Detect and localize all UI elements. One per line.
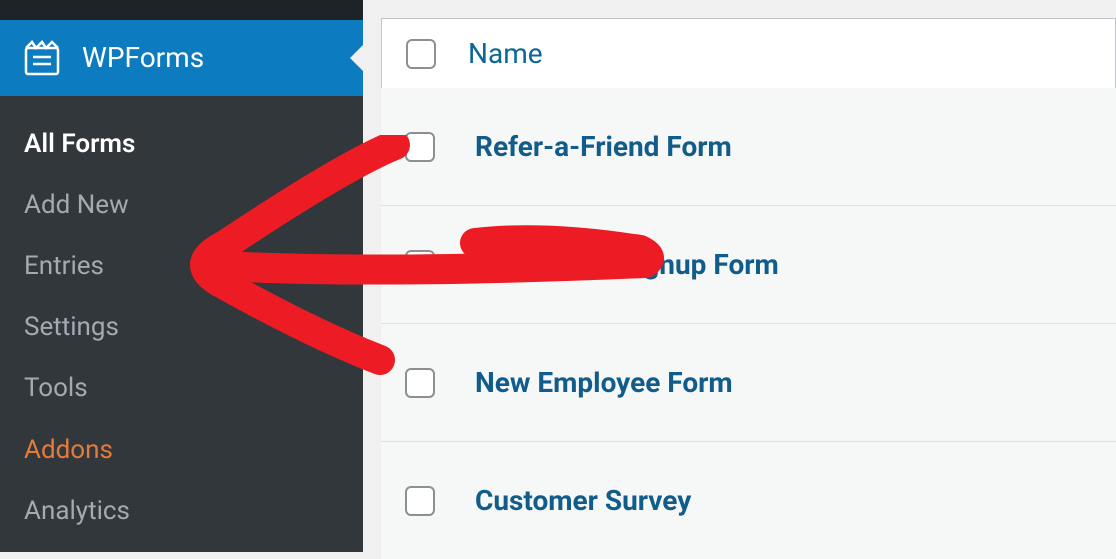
form-link[interactable]: Newsletter Signup Form xyxy=(475,248,779,281)
sidebar-menu: All Forms Add New Entries Settings Tools… xyxy=(0,96,363,552)
menu-tools[interactable]: Tools xyxy=(0,358,363,419)
brand-header[interactable]: WPForms xyxy=(0,20,363,96)
table-row: Customer Survey xyxy=(381,442,1116,559)
row-checkbox[interactable] xyxy=(405,368,435,398)
admin-sidebar: WPForms All Forms Add New Entries Settin… xyxy=(0,0,363,552)
row-checkbox[interactable] xyxy=(405,486,435,516)
brand-title: WPForms xyxy=(82,41,204,74)
menu-addons[interactable]: Addons xyxy=(0,420,363,481)
column-name[interactable]: Name xyxy=(468,37,543,70)
table-row: Newsletter Signup Form xyxy=(381,206,1116,324)
main-content: Name Refer-a-Friend Form Newsletter Sign… xyxy=(363,0,1116,552)
select-all-checkbox[interactable] xyxy=(406,39,436,69)
row-checkbox[interactable] xyxy=(405,250,435,280)
menu-settings[interactable]: Settings xyxy=(0,297,363,358)
table-row: New Employee Form xyxy=(381,324,1116,442)
menu-analytics[interactable]: Analytics xyxy=(0,481,363,542)
menu-all-forms[interactable]: All Forms xyxy=(0,114,363,175)
form-link[interactable]: Refer-a-Friend Form xyxy=(475,130,732,163)
form-list: Refer-a-Friend Form Newsletter Signup Fo… xyxy=(381,88,1116,559)
form-link[interactable]: Customer Survey xyxy=(475,484,691,517)
menu-entries[interactable]: Entries xyxy=(0,236,363,297)
menu-add-new[interactable]: Add New xyxy=(0,175,363,236)
row-checkbox[interactable] xyxy=(405,132,435,162)
table-row: Refer-a-Friend Form xyxy=(381,88,1116,206)
wpforms-icon xyxy=(22,38,62,78)
form-link[interactable]: New Employee Form xyxy=(475,366,733,399)
table-header: Name xyxy=(381,18,1116,88)
top-bar xyxy=(0,0,363,20)
